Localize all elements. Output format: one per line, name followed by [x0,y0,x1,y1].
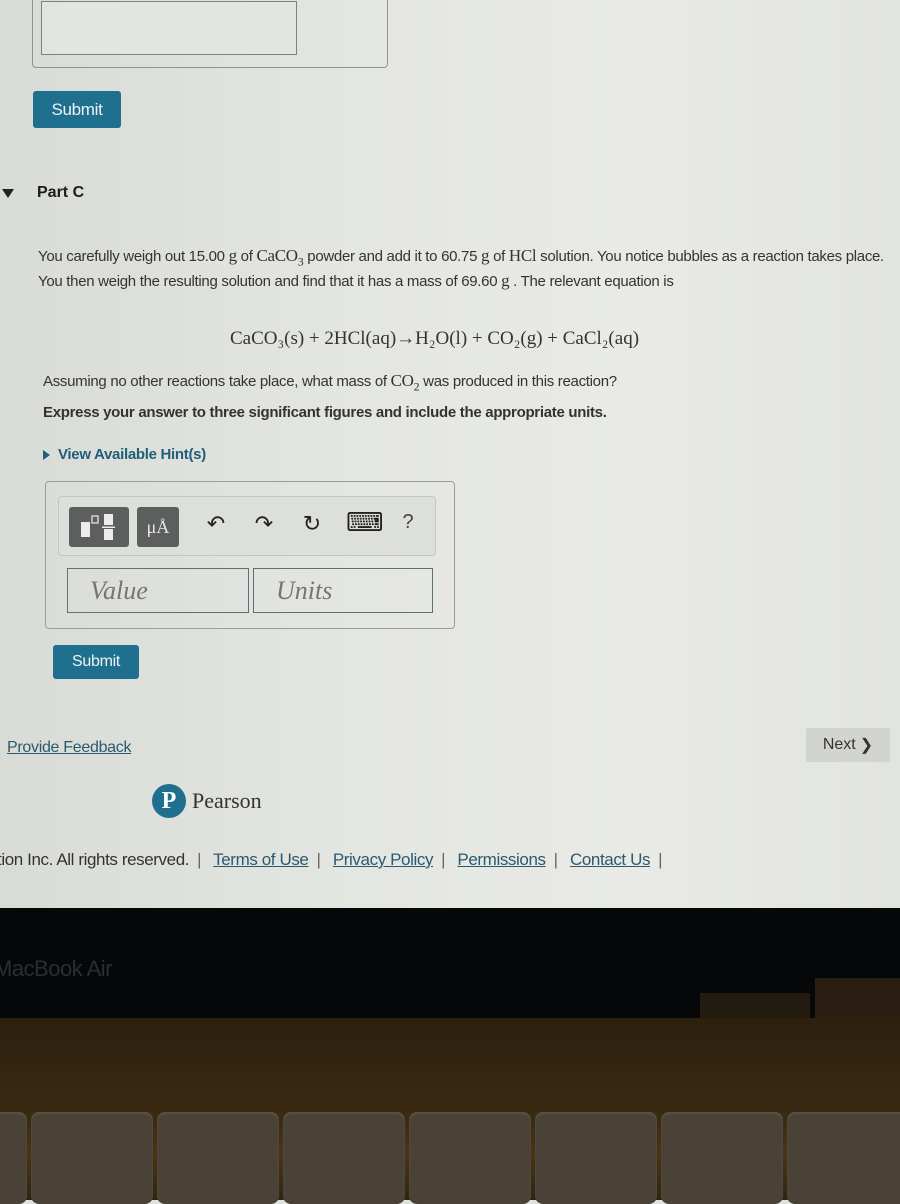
units-button[interactable]: μÅ [137,507,179,547]
previous-answer-panel [32,0,388,68]
keyboard-key [535,1112,657,1204]
permissions-link[interactable]: Permissions [457,850,546,869]
pearson-brand: P Pearson [152,784,262,818]
chemical-equation: CaCO₃(s) + 2HCl(aq)→H₂O(l) + CO₂(g) + Ca… [230,328,640,349]
pearson-logo-icon: P [152,784,186,818]
redo-icon[interactable]: ↷ [249,511,279,537]
device-label: MacBook Air [0,956,113,981]
question-prompt: Assuming no other reactions take place, … [43,371,617,394]
answer-instruction: Express your answer to three significant… [43,404,607,421]
terms-of-use-link[interactable]: Terms of Use [213,850,309,869]
keyboard-key [787,1112,900,1204]
divider: | [553,850,558,869]
undo-icon[interactable]: ↶ [201,511,231,537]
view-hints-label: View Available Hint(s) [58,446,206,463]
keyboard-key [409,1112,531,1204]
reset-icon[interactable]: ↻ [297,511,327,537]
divider: | [197,850,202,869]
provide-feedback-link[interactable]: Provide Feedback [7,739,131,757]
keyboard-key [283,1112,405,1204]
bezel-edge [815,978,900,1018]
units-input[interactable] [253,568,433,613]
browser-screen: Submit Part C You carefully weigh out 15… [0,0,900,908]
keyboard-icon[interactable]: ⌨ [346,507,384,538]
footer: tion Inc. All rights reserved. | Terms of… [0,850,670,870]
expand-arrow-icon [43,449,50,460]
keyboard-key [661,1112,783,1204]
next-button[interactable]: Next ❯ [806,728,890,762]
submit-button[interactable]: Submit [53,645,139,679]
templates-button[interactable] [69,507,129,547]
help-icon[interactable]: ? [393,511,423,534]
keyboard-key [157,1112,279,1204]
divider: | [316,850,321,869]
previous-submit-button[interactable]: Submit [33,91,121,128]
previous-answer-input[interactable] [41,1,297,55]
pearson-name: Pearson [192,788,262,813]
chevron-right-icon: ❯ [859,737,874,754]
answer-box: μÅ ↶ ↷ ↻ ⌨ ? [45,481,455,629]
copyright-text: tion Inc. All rights reserved. [0,850,190,869]
view-hints-toggle[interactable]: View Available Hint(s) [43,446,206,463]
laptop-bezel: MacBook Air [0,908,900,1018]
keyboard-key [0,1112,27,1204]
keyboard-key [31,1112,153,1204]
part-title[interactable]: Part C [37,184,84,202]
bezel-edge [700,993,810,1018]
collapse-triangle-icon[interactable] [2,189,14,199]
laptop-keyboard [0,1018,900,1204]
privacy-policy-link[interactable]: Privacy Policy [333,850,434,869]
answer-toolbar: μÅ ↶ ↷ ↻ ⌨ ? [58,496,436,556]
divider: | [658,850,663,869]
contact-us-link[interactable]: Contact Us [570,850,650,869]
divider: | [441,850,446,869]
next-label: Next [822,736,856,753]
value-input[interactable] [67,568,249,613]
question-text: You carefully weigh out 15.00 g of CaCO3… [38,246,884,291]
templates-icon [81,514,115,540]
